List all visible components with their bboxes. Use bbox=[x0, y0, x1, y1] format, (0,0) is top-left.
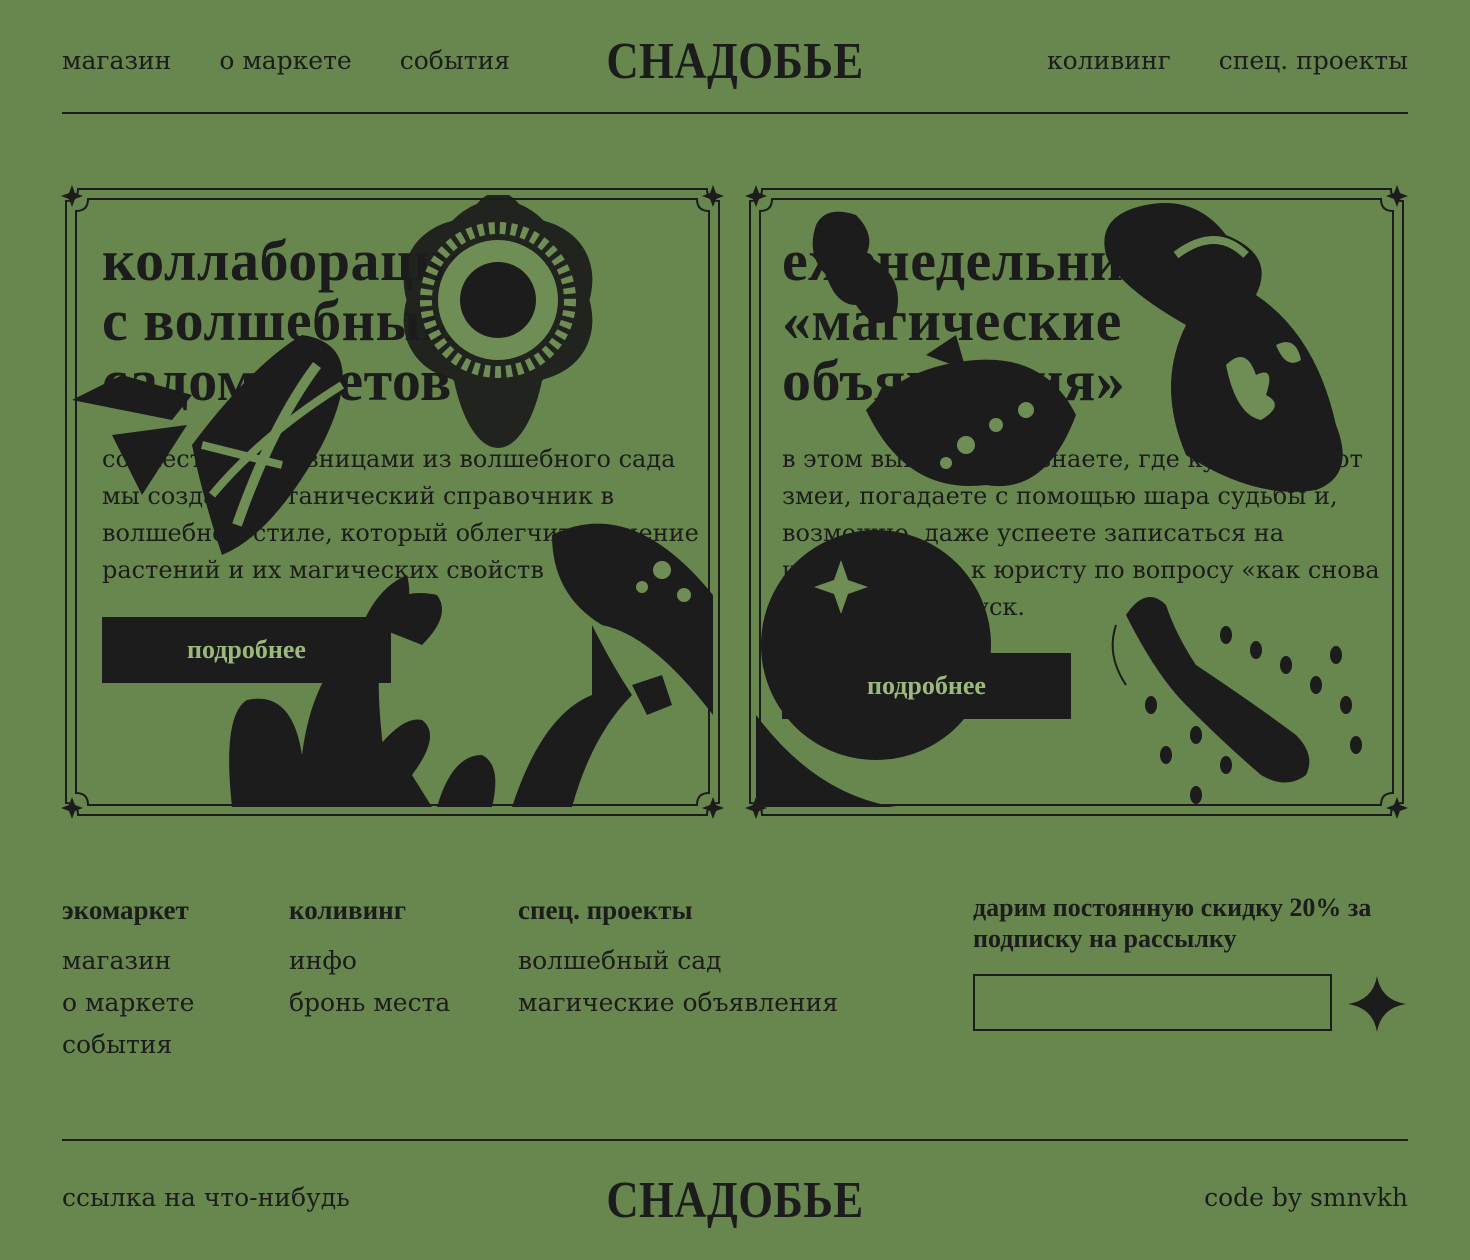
footer-link-booking[interactable]: бронь места bbox=[289, 982, 450, 1024]
footer-logo[interactable]: СНАДОБЬЕ bbox=[606, 1171, 863, 1230]
nav-link-special-projects[interactable]: спец. проекты bbox=[1219, 46, 1408, 75]
sparkle-icon[interactable] bbox=[1346, 974, 1408, 1034]
cactus-icon bbox=[229, 575, 496, 807]
footer-column-coliving: коливинг инфо бронь места bbox=[289, 895, 450, 1024]
card-garden-collab: коллаборация с волшебным садом цветов со… bbox=[60, 183, 725, 821]
site-footer: ссылка на что-нибудь СНАДОБЬЕ code by sm… bbox=[62, 1139, 1408, 1241]
footer-link-magic-ads[interactable]: магические объявления bbox=[518, 982, 838, 1024]
footer-column-heading: экомаркет bbox=[62, 895, 189, 925]
flower-icon bbox=[403, 195, 593, 448]
more-button[interactable]: подробнее bbox=[102, 617, 391, 683]
footer-link-anything[interactable]: ссылка на что-нибудь bbox=[62, 1183, 350, 1212]
bow-icon bbox=[72, 335, 345, 555]
footer-link-about[interactable]: о маркете bbox=[62, 982, 194, 1024]
mushroom-icon bbox=[512, 523, 713, 807]
site-logo[interactable]: СНАДОБЬЕ bbox=[606, 32, 863, 91]
footer-column-heading: спец. проекты bbox=[518, 895, 693, 925]
footer-column-special-projects: спец. проекты волшебный сад магические о… bbox=[518, 895, 838, 1024]
footer-column-ecomarket: экомаркет магазин о маркете события bbox=[62, 895, 194, 1066]
footer-link-info[interactable]: инфо bbox=[289, 940, 450, 982]
footer-link-shop[interactable]: магазин bbox=[62, 940, 194, 982]
footer-column-heading: коливинг bbox=[289, 895, 407, 925]
nav-left: магазин о маркете события bbox=[62, 46, 510, 75]
card-magic-ads: еженедельник «магические объявления» в э… bbox=[744, 183, 1409, 821]
footer-link-events[interactable]: события bbox=[62, 1024, 194, 1066]
site-header: магазин о маркете события СНАДОБЬЕ колив… bbox=[62, 30, 1408, 114]
nav-right: коливинг спец. проекты bbox=[1047, 46, 1408, 75]
more-button[interactable]: подробнее bbox=[782, 653, 1071, 719]
nav-link-coliving[interactable]: коливинг bbox=[1047, 46, 1171, 75]
bone-icon bbox=[1111, 597, 1362, 804]
nav-link-events[interactable]: события bbox=[400, 46, 510, 75]
credits-link[interactable]: code by smnvkh bbox=[1204, 1183, 1408, 1212]
newsletter-email-input[interactable] bbox=[973, 974, 1332, 1031]
vase-icon bbox=[1104, 203, 1343, 492]
illustration bbox=[72, 195, 713, 807]
promo-text: дарим постоянную скидку 20% за подписку … bbox=[973, 893, 1372, 953]
nav-link-shop[interactable]: магазин bbox=[62, 46, 171, 75]
potion-icon bbox=[812, 211, 1076, 487]
newsletter-promo: дарим постоянную скидку 20% за подписку … bbox=[973, 892, 1413, 954]
nav-link-about[interactable]: о маркете bbox=[219, 46, 351, 75]
footer-link-magic-garden[interactable]: волшебный сад bbox=[518, 940, 838, 982]
